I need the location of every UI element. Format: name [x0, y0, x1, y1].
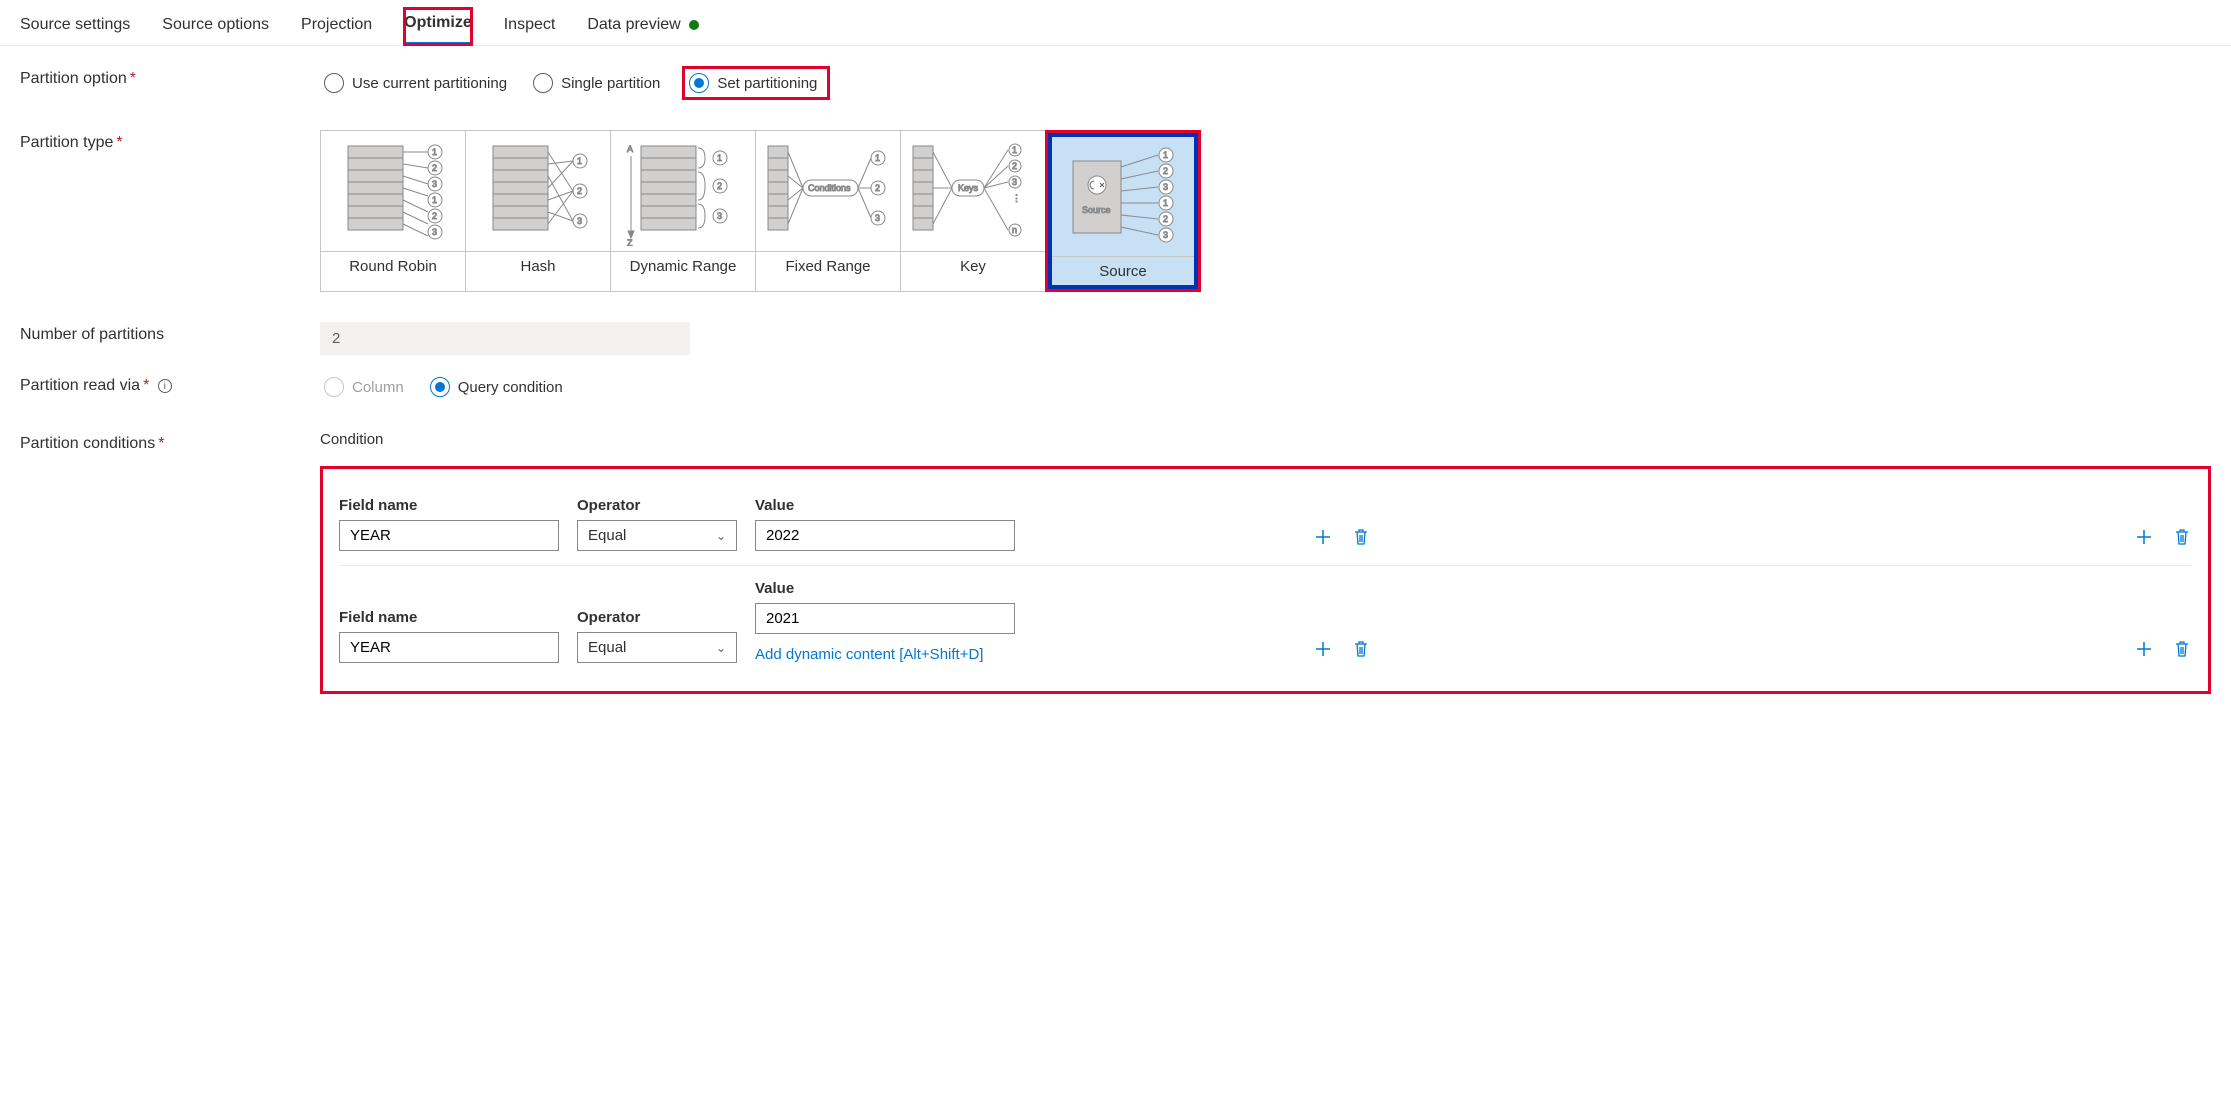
svg-text:1: 1 [875, 153, 880, 163]
add-field-button[interactable] [1313, 527, 1333, 547]
svg-text:n: n [1012, 225, 1017, 235]
svg-text:3: 3 [1163, 230, 1168, 240]
label-partition-conditions: Partition conditions* [20, 431, 320, 453]
svg-text:3: 3 [432, 179, 437, 189]
radio-icon [324, 377, 344, 397]
value-input[interactable] [755, 603, 1015, 634]
svg-text:2: 2 [1163, 166, 1168, 176]
svg-text:3: 3 [577, 216, 582, 226]
svg-text:2: 2 [717, 181, 722, 191]
svg-text:3: 3 [1163, 182, 1168, 192]
tab-projection[interactable]: Projection [301, 10, 372, 44]
delete-condition-button[interactable] [2172, 527, 2192, 547]
svg-text:1: 1 [717, 153, 722, 163]
add-condition-button[interactable] [2134, 527, 2154, 547]
fixed-range-diagram-icon: Conditions 1 2 3 [756, 131, 900, 251]
add-condition-button[interactable] [2134, 639, 2154, 659]
status-dot-icon [689, 20, 699, 30]
svg-text:1: 1 [432, 195, 437, 205]
svg-text:1: 1 [577, 156, 582, 166]
delete-field-button[interactable] [1351, 527, 1371, 547]
operator-select[interactable]: Equal ⌄ [577, 632, 737, 663]
svg-text:1: 1 [1163, 150, 1168, 160]
delete-field-button[interactable] [1351, 639, 1371, 659]
svg-text:2: 2 [432, 163, 437, 173]
label-num-partitions: Number of partitions [20, 322, 320, 344]
svg-text:Source: Source [1082, 205, 1111, 215]
svg-text:Conditions: Conditions [808, 183, 851, 193]
svg-text:2: 2 [577, 186, 582, 196]
ptype-source[interactable]: Source 1 2 [1050, 135, 1196, 287]
radio-set-partitioning[interactable]: Set partitioning [682, 66, 830, 100]
svg-text:3: 3 [1012, 177, 1017, 187]
key-diagram-icon: Keys 1 2 3 ⋮ n [901, 131, 1045, 251]
radio-icon [689, 73, 709, 93]
dynamic-range-diagram-icon: A Z [611, 131, 755, 251]
tab-inspect[interactable]: Inspect [504, 10, 556, 44]
tab-bar: Source settings Source options Projectio… [0, 0, 2231, 46]
radio-query-condition[interactable]: Query condition [426, 373, 573, 401]
label-partition-type: Partition type* [20, 130, 320, 152]
radio-single-partition[interactable]: Single partition [529, 69, 670, 97]
svg-text:Keys: Keys [958, 183, 979, 193]
svg-text:Z: Z [627, 238, 633, 246]
add-field-button[interactable] [1313, 639, 1333, 659]
chevron-down-icon: ⌄ [716, 641, 726, 655]
ptype-hash[interactable]: 1 2 3 Hash [465, 130, 611, 292]
tab-source-options[interactable]: Source options [162, 10, 269, 44]
field-name-label: Field name [339, 497, 559, 514]
radio-icon [324, 73, 344, 93]
svg-text:⋮: ⋮ [1012, 193, 1021, 203]
ptype-round-robin[interactable]: 1 2 3 1 2 3 Round Robin [320, 130, 466, 292]
operator-label: Operator [577, 497, 737, 514]
field-name-label: Field name [339, 609, 559, 626]
radio-icon [533, 73, 553, 93]
field-name-input[interactable] [339, 632, 559, 663]
value-label: Value [755, 580, 1015, 597]
field-name-input[interactable] [339, 520, 559, 551]
ptype-dynamic-range[interactable]: A Z [610, 130, 756, 292]
ptype-fixed-range[interactable]: Conditions 1 2 3 Fixed Range [755, 130, 901, 292]
operator-select[interactable]: Equal ⌄ [577, 520, 737, 551]
round-robin-diagram-icon: 1 2 3 1 2 3 [321, 131, 465, 251]
svg-text:1: 1 [432, 147, 437, 157]
condition-row: Field name Operator Equal ⌄ Value Add dy [339, 566, 2192, 677]
source-diagram-icon: Source 1 2 [1051, 136, 1195, 256]
svg-text:2: 2 [432, 211, 437, 221]
tab-source-settings[interactable]: Source settings [20, 10, 130, 44]
radio-column: Column [320, 373, 414, 401]
radio-icon [430, 377, 450, 397]
svg-text:3: 3 [875, 213, 880, 223]
delete-condition-button[interactable] [2172, 639, 2192, 659]
num-partitions-input [320, 322, 690, 355]
tab-optimize[interactable]: Optimize [404, 8, 472, 45]
svg-text:A: A [627, 144, 633, 154]
label-partition-read-via: Partition read via* i [20, 373, 320, 395]
hash-diagram-icon: 1 2 3 [466, 131, 610, 251]
svg-text:3: 3 [432, 227, 437, 237]
add-dynamic-content-link[interactable]: Add dynamic content [Alt+Shift+D] [755, 646, 1015, 663]
chevron-down-icon: ⌄ [716, 529, 726, 543]
svg-text:1: 1 [1012, 145, 1017, 155]
conditions-panel: Field name Operator Equal ⌄ Value [320, 466, 2211, 694]
condition-heading: Condition [320, 431, 2211, 448]
radio-use-current-partitioning[interactable]: Use current partitioning [320, 69, 517, 97]
label-partition-option: Partition option* [20, 66, 320, 88]
tab-data-preview[interactable]: Data preview [587, 10, 698, 44]
value-input[interactable] [755, 520, 1015, 551]
svg-text:2: 2 [875, 183, 880, 193]
info-icon[interactable]: i [158, 379, 172, 393]
condition-row: Field name Operator Equal ⌄ Value [339, 483, 2192, 566]
value-label: Value [755, 497, 1015, 514]
svg-text:3: 3 [717, 211, 722, 221]
svg-text:1: 1 [1163, 198, 1168, 208]
operator-label: Operator [577, 609, 737, 626]
svg-text:2: 2 [1012, 161, 1017, 171]
svg-text:2: 2 [1163, 214, 1168, 224]
ptype-key[interactable]: Keys 1 2 3 ⋮ n Key [900, 130, 1046, 292]
